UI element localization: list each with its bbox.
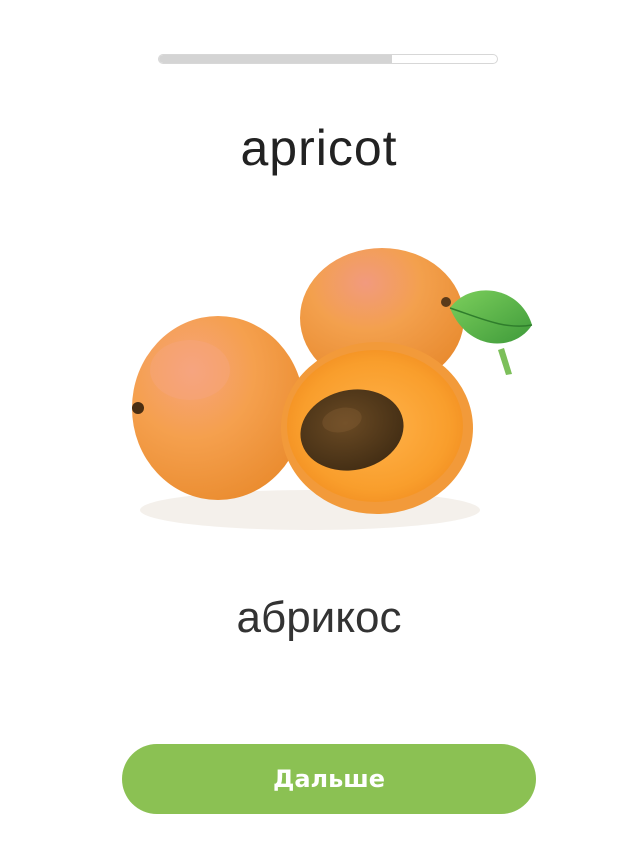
next-button[interactable]: Дальше	[122, 744, 536, 814]
whole-apricot-shape	[132, 316, 304, 500]
card-word: apricot	[240, 120, 398, 176]
apricot-image	[132, 248, 533, 530]
lesson-progress-bar	[158, 54, 498, 64]
leaf-shape	[449, 290, 533, 375]
lesson-progress-fill	[159, 55, 393, 63]
card-translation: абрикос	[236, 593, 402, 642]
halved-apricot-shape	[281, 342, 473, 514]
